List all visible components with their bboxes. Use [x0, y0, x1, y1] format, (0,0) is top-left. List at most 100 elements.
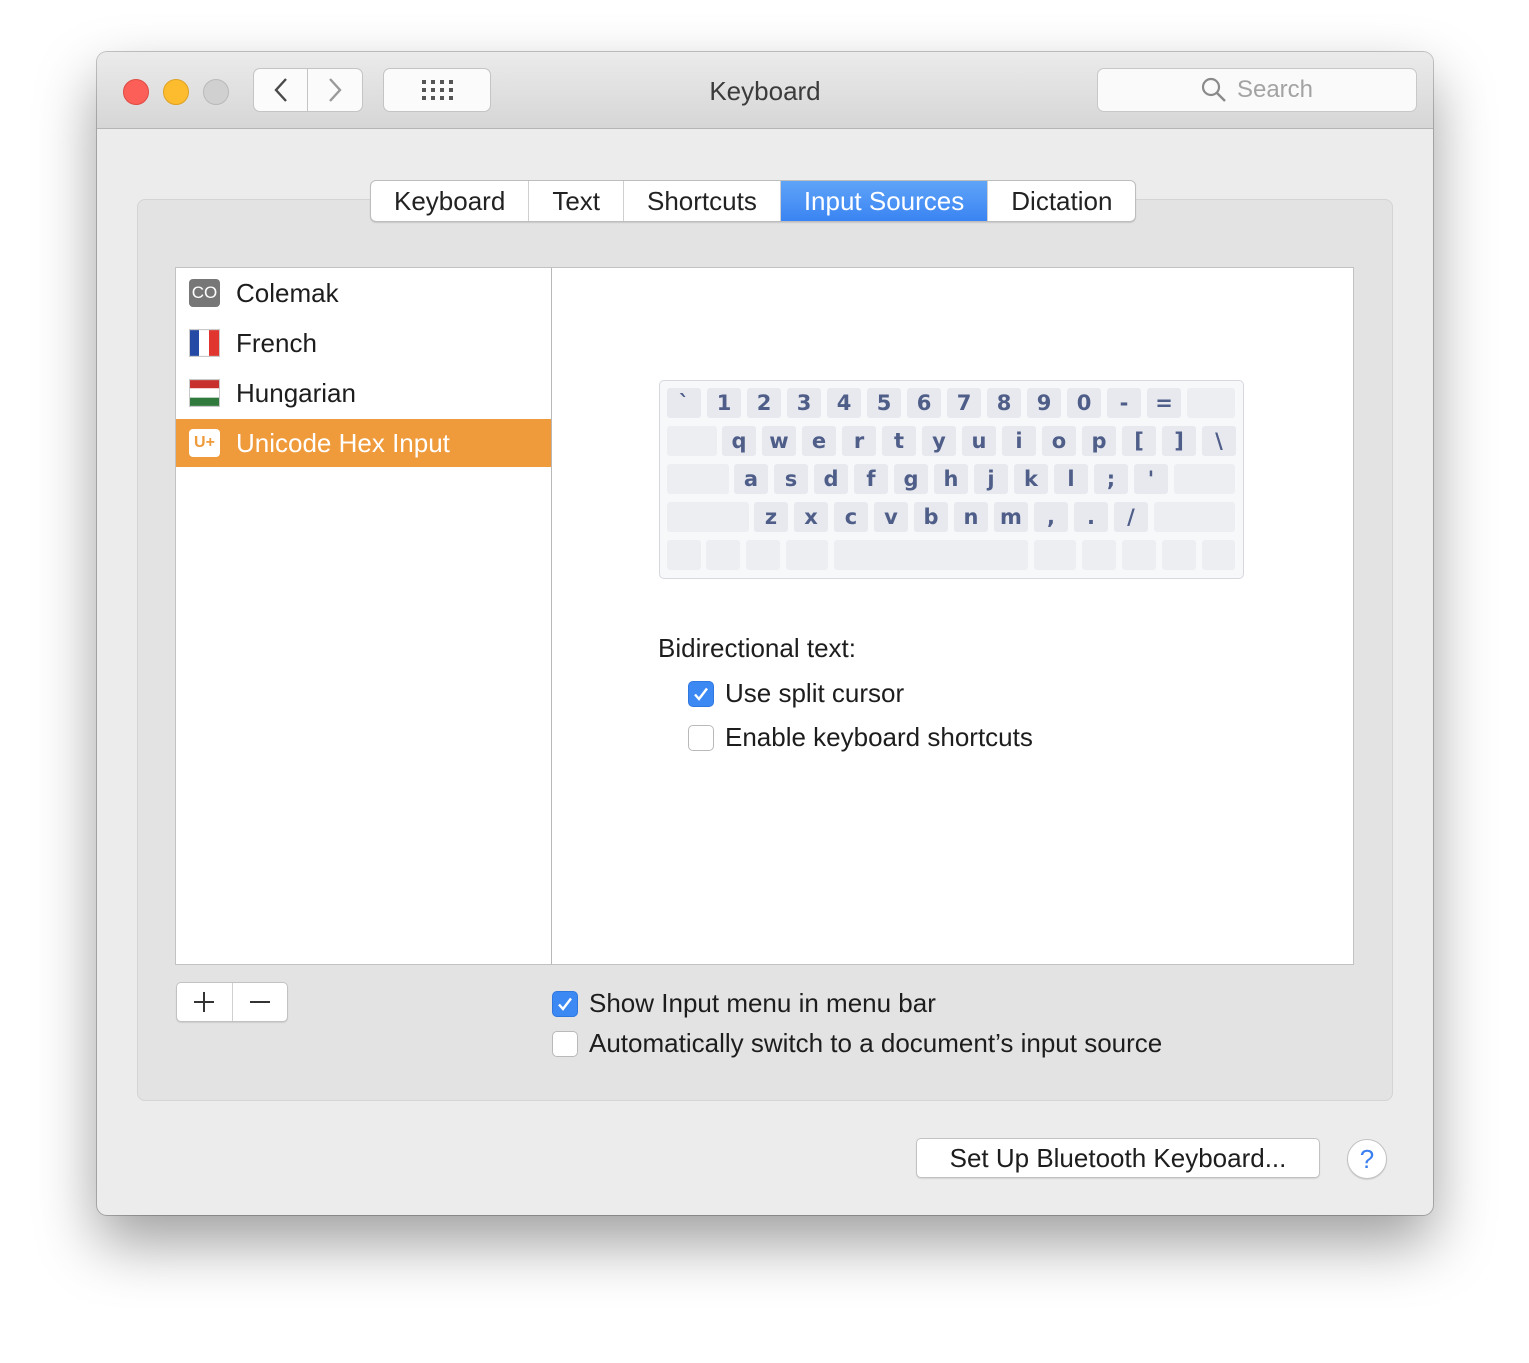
keyboard-preview-modifier-key — [786, 540, 828, 570]
keyboard-preview-key: 8 — [987, 388, 1021, 418]
keyboard-preview-key: ; — [1094, 464, 1128, 494]
auto-switch-source-label: Automatically switch to a document’s inp… — [589, 1028, 1163, 1058]
keyboard-preview-modifier-key — [1202, 540, 1235, 570]
keyboard-preview-key: ] — [1162, 426, 1196, 456]
input-source-detail: ` 1 2 3 4 5 6 7 8 9 0- = q w e r t y u i o p[] \ a s d f g h j k l; ' z x c… — [551, 267, 1354, 965]
keyboard-preview-key: . — [1074, 502, 1108, 532]
keyboard-preview-key: 7 — [947, 388, 981, 418]
title-bar: Keyboard Search — [97, 52, 1433, 129]
keyboard-preview-key: g — [894, 464, 928, 494]
keyboard-preview-modifier-key — [667, 540, 701, 570]
bidirectional-text-label: Bidirectional text: — [658, 633, 856, 663]
keyboard-preview-key: l — [1054, 464, 1088, 494]
keyboard-preview-key: y — [922, 426, 956, 456]
keyboard-preview-modifier-key — [1162, 540, 1196, 570]
keyboard-preview-modifier-key — [1187, 388, 1235, 418]
auto-switch-source-option[interactable]: Automatically switch to a document’s inp… — [552, 1028, 1162, 1059]
keyboard-preview-key: 0 — [1067, 388, 1101, 418]
keyboard-preview-key: , — [1034, 502, 1068, 532]
keyboard-preview-key: z — [754, 502, 788, 532]
use-split-cursor-checkbox[interactable] — [688, 680, 714, 707]
list-item-unicode-hex-input[interactable]: U+ Unicode Hex Input — [176, 419, 551, 467]
enable-keyboard-shortcuts-option[interactable]: Enable keyboard shortcuts — [688, 722, 1033, 753]
list-item-hungarian[interactable]: Hungarian — [176, 369, 551, 417]
remove-source-button[interactable] — [233, 983, 288, 1021]
keyboard-preview-key: 3 — [787, 388, 821, 418]
tab-text[interactable]: Text — [529, 181, 624, 221]
keyboard-preview-key: v — [874, 502, 908, 532]
keyboard-preview-key: f — [854, 464, 888, 494]
keyboard-preview-modifier-key — [667, 502, 749, 532]
keyboard-preferences-window: Keyboard Search Keyboard Text Shortcuts … — [97, 52, 1433, 1215]
list-item-label: Hungarian — [236, 377, 356, 408]
list-item-french[interactable]: French — [176, 319, 551, 367]
keyboard-preview-key: = — [1147, 388, 1181, 418]
checkmark-icon — [558, 997, 572, 1011]
colemak-icon: CO — [189, 279, 220, 307]
keyboard-preview-key: [ — [1122, 426, 1156, 456]
keyboard-preview-key: d — [814, 464, 848, 494]
add-remove-control — [176, 982, 288, 1022]
keyboard-preview-key: p — [1082, 426, 1116, 456]
keyboard-preview-key: h — [934, 464, 968, 494]
keyboard-preview-modifier-key — [1122, 540, 1156, 570]
tab-dictation[interactable]: Dictation — [988, 181, 1135, 221]
keyboard-preview-modifier-key — [1034, 540, 1076, 570]
keyboard-preview-key: u — [962, 426, 996, 456]
checkmark-icon — [694, 687, 708, 701]
tab-input-sources[interactable]: Input Sources — [780, 181, 989, 221]
keyboard-preview-key: 6 — [907, 388, 941, 418]
search-placeholder: Search — [1236, 76, 1314, 103]
list-item-colemak[interactable]: CO Colemak — [176, 269, 551, 317]
keyboard-preview-key: e — [802, 426, 836, 456]
keyboard-layout-preview: ` 1 2 3 4 5 6 7 8 9 0- = q w e r t y u i o p[] \ a s d f g h j k l; ' z x c… — [659, 380, 1244, 579]
keyboard-preview-key: ' — [1134, 464, 1168, 494]
keyboard-preview-key: a — [734, 464, 768, 494]
keyboard-preview-key: 1 — [707, 388, 741, 418]
hungarian-flag-icon — [189, 379, 220, 407]
tab-bar: Keyboard Text Shortcuts Input Sources Di… — [370, 180, 1137, 222]
tab-keyboard[interactable]: Keyboard — [371, 181, 530, 221]
keyboard-preview-key: b — [914, 502, 948, 532]
keyboard-preview-key: 5 — [867, 388, 901, 418]
search-field[interactable]: Search — [1097, 68, 1417, 112]
input-sources-list: CO Colemak French Hungarian U+ Unicode H… — [175, 267, 552, 965]
set-up-bluetooth-keyboard-button[interactable]: Set Up Bluetooth Keyboard... — [916, 1138, 1320, 1178]
keyboard-preview-key: s — [774, 464, 808, 494]
add-source-button[interactable] — [177, 983, 233, 1021]
keyboard-preview-key: c — [834, 502, 868, 532]
tab-shortcuts[interactable]: Shortcuts — [624, 181, 781, 221]
keyboard-preview-key: i — [1002, 426, 1036, 456]
keyboard-preview-key: w — [762, 426, 796, 456]
list-item-label: Unicode Hex Input — [236, 427, 450, 458]
keyboard-preview-key: x — [794, 502, 828, 532]
search-icon — [1201, 77, 1226, 102]
keyboard-preview-key: q — [722, 426, 756, 456]
keyboard-preview-key: o — [1042, 426, 1076, 456]
use-split-cursor-option[interactable]: Use split cursor — [688, 678, 904, 709]
minus-icon — [249, 1001, 270, 1003]
show-input-menu-checkbox[interactable] — [552, 990, 578, 1017]
list-item-label: French — [236, 327, 317, 358]
french-flag-icon — [189, 329, 220, 357]
keyboard-preview-key: m — [994, 502, 1028, 532]
keyboard-preview-key: k — [1014, 464, 1048, 494]
enable-keyboard-shortcuts-checkbox[interactable] — [688, 724, 714, 751]
use-split-cursor-label: Use split cursor — [725, 678, 905, 708]
help-button[interactable]: ? — [1347, 1139, 1387, 1179]
keyboard-preview-key: r — [842, 426, 876, 456]
enable-keyboard-shortcuts-label: Enable keyboard shortcuts — [725, 722, 1033, 752]
show-input-menu-option[interactable]: Show Input menu in menu bar — [552, 988, 936, 1019]
keyboard-preview-modifier-key — [706, 540, 740, 570]
unicode-hex-icon: U+ — [189, 429, 220, 457]
keyboard-preview-modifier-key — [746, 540, 780, 570]
keyboard-preview-key: 9 — [1027, 388, 1061, 418]
keyboard-preview-modifier-key — [1174, 464, 1235, 494]
keyboard-preview-key: 2 — [747, 388, 781, 418]
auto-switch-source-checkbox[interactable] — [552, 1030, 578, 1057]
plus-icon — [194, 992, 215, 1012]
keyboard-preview-modifier-key — [1082, 540, 1116, 570]
keyboard-preview-key: / — [1114, 502, 1148, 532]
keyboard-preview-key: \ — [1202, 426, 1236, 456]
show-input-menu-label: Show Input menu in menu bar — [589, 988, 936, 1018]
